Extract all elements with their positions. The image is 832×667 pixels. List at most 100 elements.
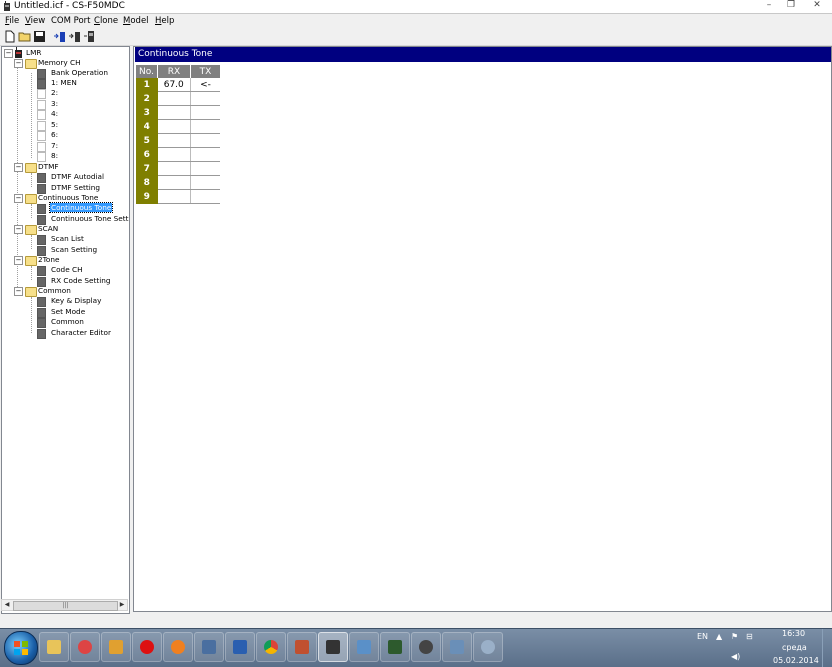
tree-node-channel-1[interactable]: 1: MEN <box>50 78 78 88</box>
media-player-icon[interactable] <box>70 632 100 662</box>
tree-node-dtmf[interactable]: DTMF <box>37 162 60 172</box>
rx-cell[interactable] <box>157 133 191 148</box>
rx-cell[interactable] <box>157 189 191 204</box>
tree-node-set-mode[interactable]: Set Mode <box>50 307 86 317</box>
tree-node-channel-7[interactable]: 7: <box>50 141 59 151</box>
scroll-thumb[interactable]: ||| <box>13 601 118 611</box>
tree-node-character-editor[interactable]: Character Editor <box>50 328 112 338</box>
tree-node-continuous-tone[interactable]: Continuous Tone <box>48 202 114 213</box>
clock-time[interactable]: 16:30 <box>782 629 805 638</box>
terminal-icon[interactable] <box>380 632 410 662</box>
speedometer-icon[interactable] <box>473 632 503 662</box>
scroll-left-arrow-icon[interactable]: ◀ <box>2 600 12 610</box>
tree-node-key-display[interactable]: Key & Display <box>50 296 102 306</box>
tx-cell[interactable] <box>190 161 220 176</box>
tree-node-continuous-tone-setting[interactable]: Continuous Tone Setting <box>50 214 129 224</box>
tree-horizontal-scrollbar[interactable]: ◀ ||| ▶ <box>1 599 128 611</box>
language-indicator[interactable]: EN <box>697 632 708 641</box>
menu-view[interactable]: View <box>25 16 45 26</box>
tx-cell[interactable] <box>190 105 220 120</box>
network-tray-icon[interactable]: ⊟ <box>746 632 753 641</box>
remote-icon[interactable] <box>442 632 472 662</box>
radio-programmer-icon[interactable] <box>318 632 348 662</box>
table-row[interactable]: 2 <box>136 91 220 106</box>
tree-node-dtmf-setting[interactable]: DTMF Setting <box>50 183 101 193</box>
tree-node-rx-code-setting[interactable]: RX Code Setting <box>50 276 112 286</box>
menu-model[interactable]: Model <box>123 16 149 26</box>
tree-node-scan-setting[interactable]: Scan Setting <box>50 245 98 255</box>
tree-node-lmr[interactable]: LMR <box>25 48 42 58</box>
chrome-icon[interactable] <box>256 632 286 662</box>
scroll-right-arrow-icon[interactable]: ▶ <box>117 600 127 610</box>
action-center-flag-icon[interactable]: ⚑ <box>731 632 738 641</box>
collapse-toggle[interactable]: − <box>14 163 23 172</box>
collapse-toggle[interactable]: − <box>14 225 23 234</box>
collapse-toggle[interactable]: − <box>14 256 23 265</box>
tx-cell[interactable] <box>190 119 220 134</box>
tool-icon[interactable] <box>101 632 131 662</box>
collapse-toggle[interactable]: − <box>14 59 23 68</box>
close-button[interactable]: ✕ <box>804 0 830 11</box>
archive-icon[interactable] <box>287 632 317 662</box>
headset-icon[interactable] <box>411 632 441 662</box>
read-from-radio-icon[interactable] <box>53 30 66 43</box>
minimize-button[interactable]: – <box>760 0 778 11</box>
rx-cell[interactable] <box>157 119 191 134</box>
rx-cell[interactable]: 67.0 <box>157 78 191 92</box>
tree-node-memory-ch[interactable]: Memory CH <box>37 58 82 68</box>
show-desktop-button[interactable] <box>822 629 832 667</box>
menu-clone[interactable]: Clone <box>94 16 118 26</box>
table-row[interactable]: 8 <box>136 175 220 190</box>
volume-icon[interactable]: ◀) <box>731 652 740 661</box>
rx-cell[interactable] <box>157 161 191 176</box>
tx-cell[interactable] <box>190 175 220 190</box>
collapse-toggle[interactable]: − <box>4 49 13 58</box>
opera-icon[interactable] <box>132 632 162 662</box>
tree-node-2tone[interactable]: 2Tone <box>37 255 60 265</box>
network-icon[interactable] <box>194 632 224 662</box>
collapse-toggle[interactable]: − <box>14 194 23 203</box>
table-row[interactable]: 9 <box>136 189 220 204</box>
table-row[interactable]: 5 <box>136 133 220 148</box>
rx-cell[interactable] <box>157 147 191 162</box>
open-folder-icon[interactable] <box>18 30 31 43</box>
tree-node-channel-2[interactable]: 2: <box>50 88 59 98</box>
collapse-toggle[interactable]: − <box>14 287 23 296</box>
tx-cell[interactable] <box>190 133 220 148</box>
tx-cell[interactable] <box>190 147 220 162</box>
rx-cell[interactable] <box>157 175 191 190</box>
rx-cell[interactable] <box>157 91 191 106</box>
tree-node-scan-list[interactable]: Scan List <box>50 234 85 244</box>
tree-view[interactable]: − LMR − Memory CH Bank Operation 1: MEN … <box>1 46 130 614</box>
tree-node-channel-8[interactable]: 8: <box>50 151 59 161</box>
tree-node-bank-operation[interactable]: Bank Operation <box>50 68 109 78</box>
tree-node-channel-6[interactable]: 6: <box>50 130 59 140</box>
tree-node-common-group[interactable]: Common <box>37 286 72 296</box>
tx-cell[interactable] <box>190 91 220 106</box>
menu-file[interactable]: File <box>5 16 19 26</box>
tree-node-scan[interactable]: SCAN <box>37 224 59 234</box>
maximize-button[interactable]: ❐ <box>782 0 800 11</box>
word-icon[interactable] <box>225 632 255 662</box>
table-row[interactable]: 1 67.0 <- <box>136 78 220 92</box>
new-file-icon[interactable] <box>3 30 16 43</box>
menu-com-port[interactable]: COM Port <box>51 16 91 26</box>
tree-node-continuous-tone-group[interactable]: Continuous Tone <box>37 193 99 203</box>
tx-cell[interactable] <box>190 189 220 204</box>
table-row[interactable]: 3 <box>136 105 220 120</box>
tx-cell[interactable]: <- <box>190 78 220 92</box>
save-icon[interactable] <box>33 30 46 43</box>
tree-node-channel-4[interactable]: 4: <box>50 109 59 119</box>
explorer-icon[interactable] <box>39 632 69 662</box>
table-row[interactable]: 4 <box>136 119 220 134</box>
table-row[interactable]: 7 <box>136 161 220 176</box>
write-to-radio-icon[interactable] <box>68 30 81 43</box>
start-button[interactable] <box>4 631 38 665</box>
rx-cell[interactable] <box>157 105 191 120</box>
table-row[interactable]: 6 <box>136 147 220 162</box>
tree-node-common[interactable]: Common <box>50 317 85 327</box>
model-info-icon[interactable] <box>83 30 96 43</box>
menu-help[interactable]: Help <box>155 16 174 26</box>
show-hidden-icons-icon[interactable]: ▲ <box>716 632 722 641</box>
tree-node-code-ch[interactable]: Code CH <box>50 265 84 275</box>
